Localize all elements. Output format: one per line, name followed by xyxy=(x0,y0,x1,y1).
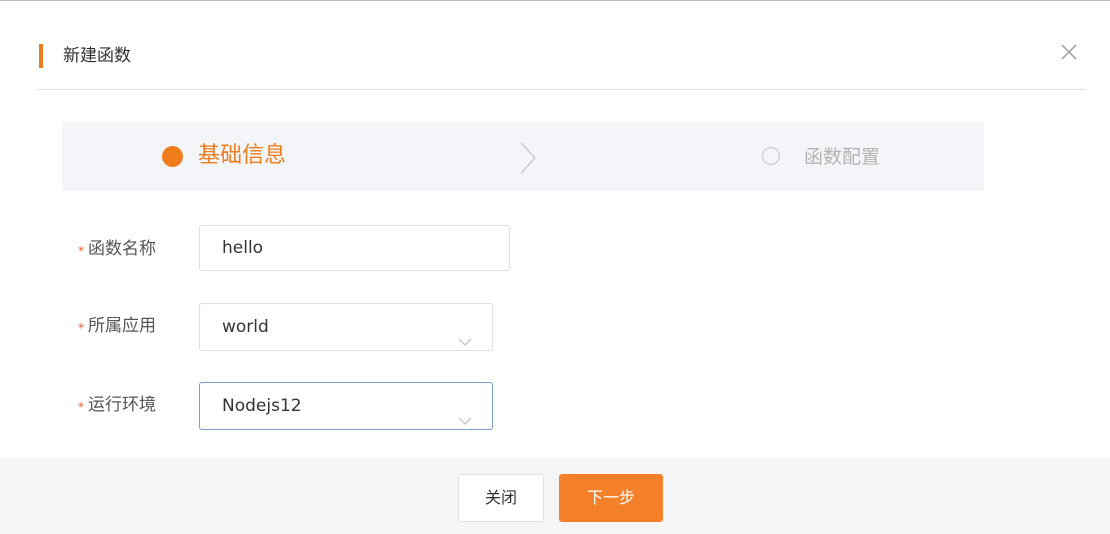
function-name-label: * 函数名称 xyxy=(78,239,156,259)
chevron-right-icon xyxy=(518,141,538,175)
steps-bar: 基础信息 函数配置 xyxy=(62,122,984,191)
required-mark: * xyxy=(78,321,84,335)
application-select-value: world xyxy=(222,317,269,337)
required-mark: * xyxy=(78,244,84,258)
required-mark: * xyxy=(78,400,84,414)
header-divider xyxy=(36,89,1086,90)
runtime-select-value: Nodejs12 xyxy=(222,396,302,416)
step-inactive-dot-icon xyxy=(762,147,780,165)
close-button[interactable]: 关闭 xyxy=(458,474,544,522)
application-label: * 所属应用 xyxy=(78,316,156,336)
step-active-dot-icon xyxy=(162,146,183,167)
chevron-down-icon xyxy=(458,399,472,425)
create-function-dialog: 新建函数 基础信息 函数配置 * 函数名称 hello * 所属应用 world… xyxy=(0,0,1110,534)
chevron-down-icon xyxy=(458,320,472,346)
runtime-select[interactable]: Nodejs12 xyxy=(199,382,493,430)
application-select[interactable]: world xyxy=(199,303,493,351)
title-accent-bar xyxy=(39,44,43,68)
dialog-title: 新建函数 xyxy=(63,46,131,66)
runtime-label: * 运行环境 xyxy=(78,395,156,415)
step-function-config: 函数配置 xyxy=(804,146,881,168)
dialog-footer: 关闭 下一步 xyxy=(0,458,1110,534)
close-icon[interactable] xyxy=(1058,41,1080,63)
dialog-header: 新建函数 xyxy=(0,1,1110,90)
step-basic-info: 基础信息 xyxy=(198,143,287,168)
next-step-button[interactable]: 下一步 xyxy=(559,474,663,522)
function-name-input[interactable]: hello xyxy=(199,225,510,271)
